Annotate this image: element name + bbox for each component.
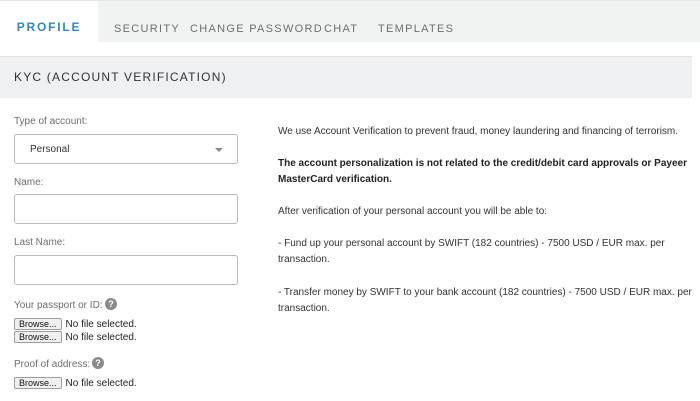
- info-paragraph-fund-up: - Fund up your personal account by SWIFT…: [278, 238, 665, 265]
- last-name-input[interactable]: [14, 255, 238, 285]
- file-status: No file selected.: [65, 331, 137, 343]
- tab-change-password[interactable]: CHANGE PASSWORD: [190, 1, 323, 43]
- passport-label: Your passport or ID:: [14, 300, 103, 311]
- address-file-input[interactable]: Browse... No file selected.: [14, 376, 137, 390]
- last-name-label: Last Name:: [14, 237, 66, 248]
- browse-button[interactable]: Browse...: [14, 331, 62, 343]
- tab-templates[interactable]: TEMPLATES: [378, 1, 454, 43]
- section-header: KYC (ACCOUNT VERIFICATION): [0, 56, 692, 98]
- passport-file-input-1[interactable]: Browse... No file selected.: [14, 317, 137, 331]
- tab-profile[interactable]: PROFILE: [0, 1, 98, 43]
- tab-bar: PROFILE SECURITY CHANGE PASSWORD CHAT TE…: [0, 0, 700, 43]
- info-paragraph-personalization: The account personalization is not relat…: [278, 158, 687, 185]
- info-paragraph-after-verification: After verification of your personal acco…: [278, 206, 548, 217]
- file-status: No file selected.: [65, 318, 137, 330]
- file-status: No file selected.: [65, 377, 137, 389]
- section-title: KYC (ACCOUNT VERIFICATION): [14, 70, 227, 84]
- passport-file-input-2[interactable]: Browse... No file selected.: [14, 330, 137, 344]
- account-type-value: Personal: [30, 144, 70, 155]
- account-type-select[interactable]: Personal: [14, 134, 238, 164]
- help-icon[interactable]: ?: [105, 298, 117, 310]
- tab-chat[interactable]: CHAT: [324, 1, 358, 43]
- address-label: Proof of address:: [14, 359, 91, 370]
- browse-button[interactable]: Browse...: [14, 377, 62, 389]
- chevron-down-icon: [215, 148, 223, 152]
- help-icon[interactable]: ?: [92, 357, 104, 369]
- tab-security[interactable]: SECURITY: [114, 1, 180, 43]
- browse-button[interactable]: Browse...: [14, 318, 62, 330]
- name-input[interactable]: [14, 194, 238, 224]
- info-paragraph-fraud: We use Account Verification to prevent f…: [278, 126, 679, 137]
- name-label: Name:: [14, 177, 44, 188]
- account-type-label: Type of account:: [14, 116, 88, 127]
- info-paragraph-transfer: - Transfer money by SWIFT to your bank a…: [278, 287, 692, 314]
